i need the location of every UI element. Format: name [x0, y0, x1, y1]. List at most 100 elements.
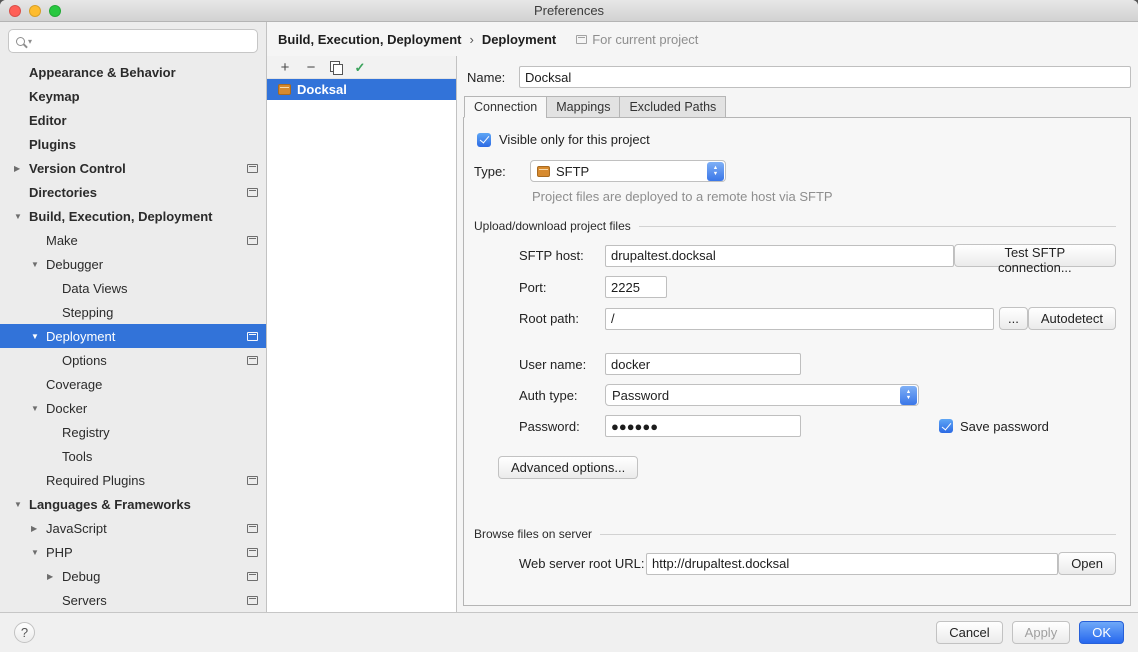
preferences-window: Preferences ▾ Appearance & Behavior Keym…: [0, 0, 1138, 652]
password-input[interactable]: [605, 415, 801, 437]
open-button[interactable]: Open: [1058, 552, 1116, 575]
copy-server-icon[interactable]: [330, 61, 341, 74]
web-root-url-label: Web server root URL:: [519, 556, 646, 571]
type-select[interactable]: SFTP ▲▼: [530, 160, 726, 182]
chevron-right-icon[interactable]: [31, 524, 46, 533]
server-name: Docksal: [297, 82, 347, 97]
tab-excluded-paths[interactable]: Excluded Paths: [619, 96, 726, 118]
sidebar-item-keymap[interactable]: Keymap: [0, 84, 266, 108]
for-current-project-icon: [576, 35, 587, 44]
test-sftp-connection-button[interactable]: Test SFTP connection...: [954, 244, 1116, 267]
chevron-down-icon[interactable]: [14, 212, 29, 221]
server-list-item[interactable]: Docksal: [267, 79, 456, 100]
save-password-label: Save password: [960, 419, 1049, 434]
browse-root-path-button[interactable]: ...: [999, 307, 1028, 330]
search-icon: [16, 37, 25, 46]
sidebar-item-javascript[interactable]: JavaScript: [0, 516, 266, 540]
add-server-icon[interactable]: +: [278, 60, 292, 75]
sidebar-item-editor[interactable]: Editor: [0, 108, 266, 132]
chevron-down-icon[interactable]: [31, 548, 46, 557]
tab-connection[interactable]: Connection: [464, 96, 546, 118]
sidebar-item-plugins[interactable]: Plugins: [0, 132, 266, 156]
sidebar-item-stepping[interactable]: Stepping: [0, 300, 266, 324]
chevron-down-icon[interactable]: [31, 404, 46, 413]
current-project-icon: [247, 548, 258, 557]
cancel-button[interactable]: Cancel: [936, 621, 1002, 644]
chevron-right-icon[interactable]: [14, 164, 29, 173]
sidebar-item-registry[interactable]: Registry: [0, 420, 266, 444]
sftp-host-input[interactable]: [605, 245, 954, 267]
current-project-icon: [247, 356, 258, 365]
current-project-icon: [247, 524, 258, 533]
sidebar-item-docker[interactable]: Docker: [0, 396, 266, 420]
type-label: Type:: [474, 164, 530, 179]
breadcrumb: Build, Execution, Deployment › Deploymen…: [267, 22, 1138, 56]
save-password-checkbox[interactable]: [939, 419, 953, 433]
server-icon: [278, 84, 291, 95]
settings-tree: Appearance & Behavior Keymap Editor Plug…: [0, 58, 266, 612]
auth-type-select[interactable]: Password ▲▼: [605, 384, 919, 406]
user-name-input[interactable]: [605, 353, 801, 375]
sidebar-item-version-control[interactable]: Version Control: [0, 156, 266, 180]
chevron-down-icon[interactable]: [31, 260, 46, 269]
use-as-default-icon[interactable]: ✓: [353, 61, 367, 74]
tab-mappings[interactable]: Mappings: [546, 96, 619, 118]
apply-button[interactable]: Apply: [1012, 621, 1071, 644]
sidebar-item-deployment[interactable]: Deployment: [0, 324, 266, 348]
close-window-icon[interactable]: [9, 5, 21, 17]
sidebar-item-debugger[interactable]: Debugger: [0, 252, 266, 276]
visible-only-label: Visible only for this project: [499, 132, 650, 147]
sidebar-item-data-views[interactable]: Data Views: [0, 276, 266, 300]
search-input[interactable]: ▾: [8, 29, 258, 53]
zoom-window-icon[interactable]: [49, 5, 61, 17]
current-project-icon: [247, 572, 258, 581]
deployment-server-list: + − ✓ Docksal: [267, 56, 457, 612]
name-input[interactable]: [519, 66, 1131, 88]
sftp-host-label: SFTP host:: [519, 248, 605, 263]
ok-button[interactable]: OK: [1079, 621, 1124, 644]
current-project-icon: [247, 596, 258, 605]
advanced-options-button[interactable]: Advanced options...: [498, 456, 638, 479]
sidebar-item-appearance-behavior[interactable]: Appearance & Behavior: [0, 60, 266, 84]
stepper-icon: ▲▼: [707, 162, 724, 181]
sidebar-item-coverage[interactable]: Coverage: [0, 372, 266, 396]
stepper-icon: ▲▼: [900, 386, 917, 405]
sidebar-item-directories[interactable]: Directories: [0, 180, 266, 204]
web-root-url-input[interactable]: [646, 553, 1058, 575]
sidebar-item-servers[interactable]: Servers: [0, 588, 266, 612]
window-title: Preferences: [534, 3, 604, 18]
sidebar-item-build-execution-deployment[interactable]: Build, Execution, Deployment: [0, 204, 266, 228]
config-tabs: Connection Mappings Excluded Paths: [464, 96, 1131, 118]
autodetect-button[interactable]: Autodetect: [1028, 307, 1116, 330]
sidebar-item-required-plugins[interactable]: Required Plugins: [0, 468, 266, 492]
section-divider: [600, 534, 1116, 535]
connection-tab-panel: Visible only for this project Type: SFTP…: [463, 117, 1131, 606]
port-input[interactable]: [605, 276, 667, 298]
traffic-lights: [9, 5, 61, 17]
current-project-icon: [247, 164, 258, 173]
sidebar-item-options[interactable]: Options: [0, 348, 266, 372]
chevron-down-icon[interactable]: [31, 332, 46, 341]
browse-section-title: Browse files on server: [474, 527, 592, 541]
chevron-down-icon[interactable]: [14, 500, 29, 509]
breadcrumb-part2: Deployment: [482, 32, 556, 47]
sidebar-item-languages-frameworks[interactable]: Languages & Frameworks: [0, 492, 266, 516]
visible-only-checkbox[interactable]: [477, 133, 491, 147]
user-name-label: User name:: [519, 357, 605, 372]
root-path-input[interactable]: [605, 308, 994, 330]
sidebar-item-tools[interactable]: Tools: [0, 444, 266, 468]
sidebar-item-make[interactable]: Make: [0, 228, 266, 252]
current-project-icon: [247, 332, 258, 341]
section-divider: [639, 226, 1116, 227]
current-project-icon: [247, 188, 258, 197]
auth-type-value: Password: [612, 388, 669, 403]
chevron-right-icon[interactable]: [47, 572, 62, 581]
sidebar-item-php[interactable]: PHP: [0, 540, 266, 564]
port-label: Port:: [519, 280, 605, 295]
remove-server-icon[interactable]: −: [304, 60, 318, 75]
breadcrumb-part1: Build, Execution, Deployment: [278, 32, 461, 47]
minimize-window-icon[interactable]: [29, 5, 41, 17]
upload-section-title: Upload/download project files: [474, 219, 631, 233]
sidebar-item-debug[interactable]: Debug: [0, 564, 266, 588]
help-button[interactable]: ?: [14, 622, 35, 643]
